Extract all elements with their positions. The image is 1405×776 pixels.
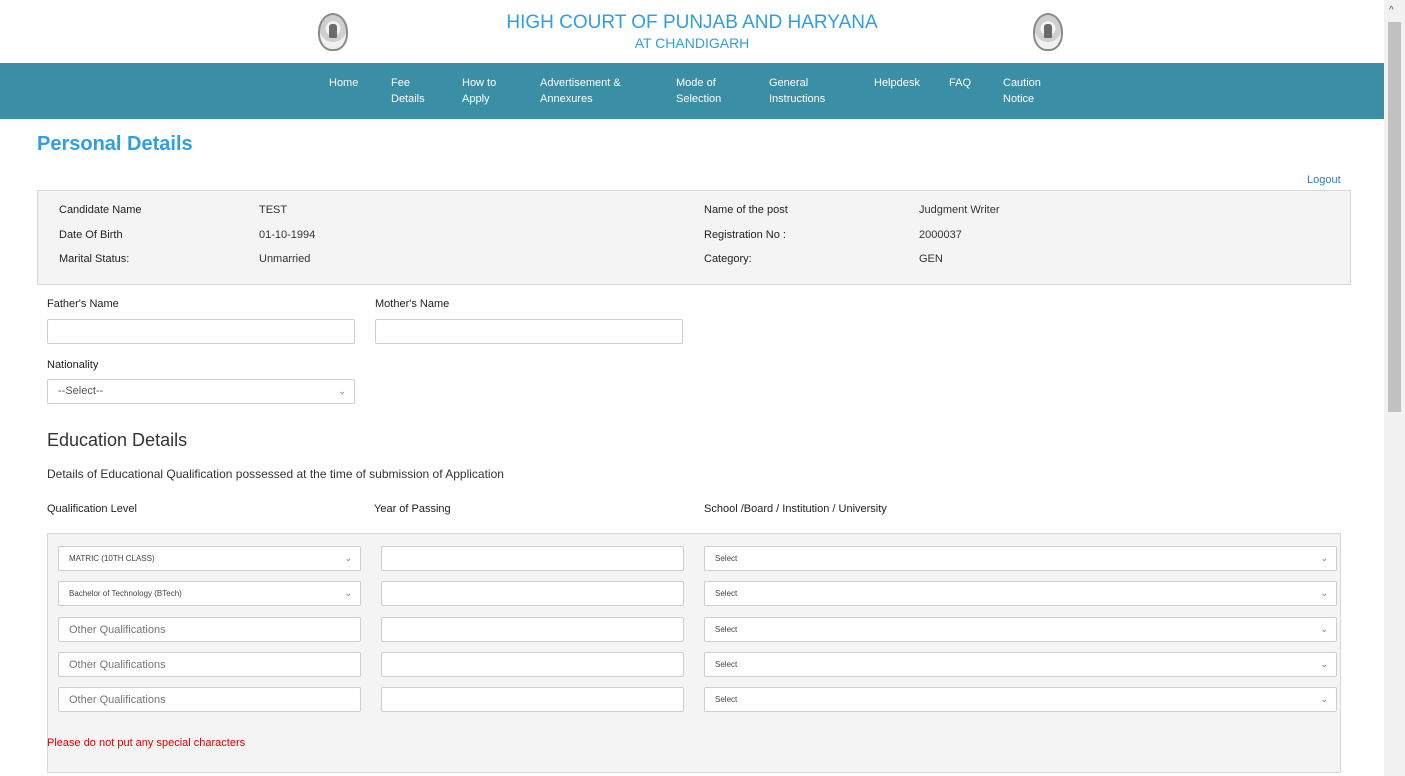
school-board-select[interactable]: Select ⌄ <box>704 581 1337 606</box>
registration-label: Registration No : <box>704 229 786 241</box>
chevron-down-icon: ⌄ <box>1320 659 1328 669</box>
qualification-level-select[interactable]: MATRIC (10TH CLASS) ⌄ <box>58 546 361 571</box>
marital-status-value: Unmarried <box>259 253 311 265</box>
chevron-down-icon: ⌄ <box>338 386 346 396</box>
page-scrollbar[interactable]: ^ <box>1384 0 1405 776</box>
candidate-name-value: TEST <box>259 204 288 216</box>
logout-link[interactable]: Logout <box>1307 174 1341 186</box>
marital-status-label: Marital Status: <box>59 253 130 265</box>
main-nav: Home Fee Details How to Apply Advertisem… <box>0 63 1384 119</box>
school-board-select[interactable]: Select ⌄ <box>704 687 1337 712</box>
father-name-label: Father's Name <box>47 298 119 310</box>
nationality-select[interactable]: --Select-- ⌄ <box>47 379 355 404</box>
col-qualification-level: Qualification Level <box>47 503 137 515</box>
special-characters-warning: Please do not put any special characters <box>47 737 246 749</box>
registration-value: 2000037 <box>919 229 962 241</box>
year-of-passing-input[interactable] <box>381 687 684 712</box>
school-board-value: Select <box>715 554 738 563</box>
court-title: HIGH COURT OF PUNJAB AND HARYANA <box>506 12 878 33</box>
school-board-value: Select <box>715 625 738 634</box>
site-header: HIGH COURT OF PUNJAB AND HARYANA AT CHAN… <box>0 0 1384 63</box>
year-of-passing-input[interactable] <box>381 652 684 677</box>
qualification-level-value: MATRIC (10TH CLASS) <box>69 554 155 563</box>
nationality-label: Nationality <box>47 359 99 371</box>
qualification-level-value: Bachelor of Technology (BTech) <box>69 589 182 598</box>
candidate-info-panel: Candidate Name TEST Date Of Birth 01-10-… <box>37 190 1351 285</box>
year-of-passing-input[interactable] <box>381 581 684 606</box>
school-board-value: Select <box>715 695 738 704</box>
court-emblem-icon <box>1033 13 1063 51</box>
col-school-board: School /Board / Institution / University <box>704 503 887 515</box>
post-value: Judgment Writer <box>919 204 1000 216</box>
other-qualification-input[interactable] <box>58 687 361 712</box>
nav-faq[interactable]: FAQ <box>949 75 971 91</box>
education-description: Details of Educational Qualification pos… <box>47 467 504 481</box>
dob-value: 01-10-1994 <box>259 229 316 241</box>
category-value: GEN <box>919 253 943 265</box>
school-board-select[interactable]: Select ⌄ <box>704 652 1337 677</box>
school-board-value: Select <box>715 660 738 669</box>
education-section-title: Education Details <box>47 430 188 450</box>
page-title: Personal Details <box>37 133 193 155</box>
qualification-level-select[interactable]: Bachelor of Technology (BTech) ⌄ <box>58 581 361 606</box>
father-name-input[interactable] <box>47 319 355 344</box>
year-of-passing-input[interactable] <box>381 617 684 642</box>
nationality-select-value: --Select-- <box>58 385 104 397</box>
mother-name-input[interactable] <box>375 319 683 344</box>
chevron-down-icon: ⌄ <box>1320 588 1328 598</box>
chevron-down-icon: ⌄ <box>1320 624 1328 634</box>
nav-how-to-apply[interactable]: How to Apply <box>462 75 496 107</box>
year-of-passing-input[interactable] <box>381 546 684 571</box>
col-year-of-passing: Year of Passing <box>374 503 451 515</box>
nav-general-instructions[interactable]: General Instructions <box>769 75 825 107</box>
scroll-up-arrow-icon[interactable]: ^ <box>1389 6 1394 16</box>
court-subtitle: AT CHANDIGARH <box>634 35 750 51</box>
mother-name-label: Mother's Name <box>375 298 450 310</box>
nav-caution-notice[interactable]: Caution Notice <box>1003 75 1041 107</box>
chevron-down-icon: ⌄ <box>344 588 352 598</box>
chevron-down-icon: ⌄ <box>344 553 352 563</box>
category-label: Category: <box>704 253 752 265</box>
nav-advertisement[interactable]: Advertisement & Annexures <box>540 75 621 107</box>
other-qualification-input[interactable] <box>58 652 361 677</box>
dob-label: Date Of Birth <box>59 229 123 241</box>
school-board-select[interactable]: Select ⌄ <box>704 546 1337 571</box>
scroll-thumb[interactable] <box>1388 22 1401 412</box>
nav-fee-details[interactable]: Fee Details <box>391 75 425 107</box>
chevron-down-icon: ⌄ <box>1320 553 1328 563</box>
school-board-select[interactable]: Select ⌄ <box>704 617 1337 642</box>
candidate-name-label: Candidate Name <box>59 204 142 216</box>
nav-home[interactable]: Home <box>329 75 358 91</box>
nav-helpdesk[interactable]: Helpdesk <box>874 75 920 91</box>
nav-mode-of-selection[interactable]: Mode of Selection <box>676 75 721 107</box>
other-qualification-input[interactable] <box>58 617 361 642</box>
chevron-down-icon: ⌄ <box>1320 694 1328 704</box>
post-label: Name of the post <box>704 204 788 216</box>
school-board-value: Select <box>715 589 738 598</box>
